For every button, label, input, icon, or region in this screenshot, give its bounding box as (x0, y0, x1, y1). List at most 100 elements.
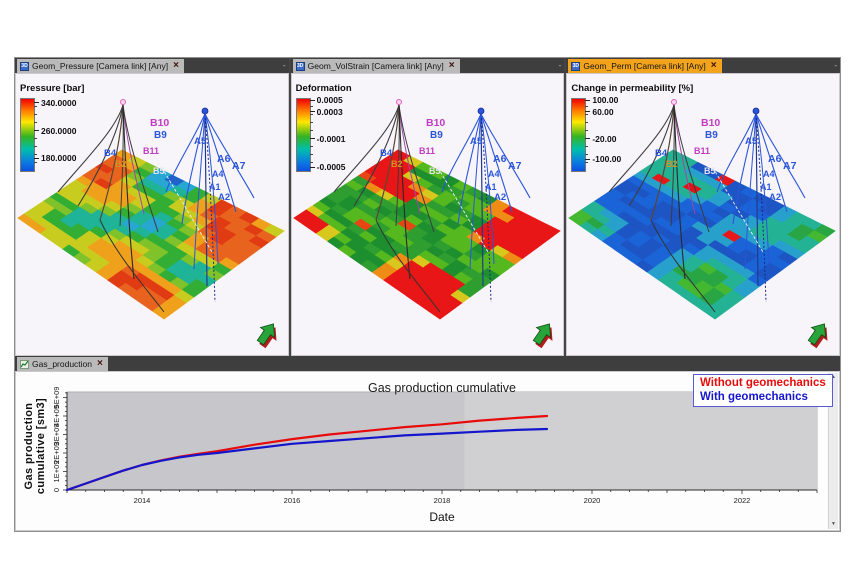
colorbar-tick-label: -0.0001 (310, 134, 346, 144)
well-label: A4 (212, 169, 224, 179)
surface-mesh (569, 150, 835, 319)
tab-label: Gas_production (32, 359, 92, 369)
panel-gas-production: Gas_production × Gas production cumulati… (15, 356, 840, 531)
tabbar-menu-icon[interactable]: - (559, 62, 562, 70)
colorbar-minor-tick (34, 138, 37, 139)
surface-mesh (18, 150, 284, 319)
well-label: A6 (493, 153, 507, 165)
app-window: 3D Geom_Pressure [Camera link] [Any] × -… (14, 57, 841, 532)
volstrain-colorbar-legend: Deformation 0.00050.0003-0.0001-0.0005 (296, 83, 352, 172)
well-label: A5 (470, 136, 483, 147)
colorbar-minor-tick (34, 122, 37, 123)
colorbar-tick-label: 180.0000 (34, 153, 76, 163)
well-label: A7 (232, 160, 246, 172)
legend-entry-with-geomechanics: With geomechanics (700, 390, 826, 404)
tab-label: Geom_Perm [Camera link] [Any] (583, 61, 705, 71)
chart-legend: Without geomechanics With geomechanics (693, 374, 833, 407)
well-label: A6 (768, 153, 782, 165)
gas-production-tabbar: Gas_production × (15, 356, 840, 371)
well-label: B9 (430, 130, 443, 141)
colorbar: 340.0000 260.0000 180.0000 (20, 98, 84, 172)
3d-window-icon: 3D (571, 62, 580, 71)
surface-mesh (294, 150, 560, 319)
svg-text:2014: 2014 (134, 496, 151, 505)
tab-geom-pressure[interactable]: 3D Geom_Pressure [Camera link] [Any] × (17, 59, 184, 73)
colorbar-tick-label: -100.00 (585, 154, 621, 164)
well-label: B9 (154, 130, 167, 141)
close-icon[interactable]: × (97, 360, 103, 368)
colorbar: 100.0060.00-20.00-100.00 (571, 98, 693, 172)
panel-perm-tabbar: 3D Geom_Perm [Camera link] [Any] × - (566, 58, 840, 73)
well-label: A1 (209, 182, 221, 192)
tabbar-menu-icon[interactable]: - (283, 62, 286, 70)
well-label: A5 (194, 136, 207, 147)
well-label: B4 (380, 148, 393, 159)
3d-window-icon: 3D (296, 62, 305, 71)
pressure-3d-viewport[interactable]: B10B9B11B4B2B5A5A6A7A4A1A2 Pressure [bar… (15, 73, 289, 356)
tab-geom-volstrain[interactable]: 3D Geom_VolStrain [Camera link] [Any] × (293, 59, 460, 73)
panel-perm: 3D Geom_Perm [Camera link] [Any] × - B10… (566, 58, 840, 356)
colorbar-tick-label: 260.0000 (34, 126, 76, 136)
tab-label: Geom_Pressure [Camera link] [Any] (32, 61, 168, 71)
colorbar-gradient (571, 98, 586, 172)
colorbar-tick-label: 100.00 (585, 95, 618, 105)
colorbar-title: Deformation (296, 83, 352, 94)
colorbar-gradient (296, 98, 311, 172)
colorbar-tick-label: -20.00 (585, 134, 616, 144)
pressure-colorbar-legend: Pressure [bar] 340.0000260.0000180.0000 (20, 83, 84, 172)
perm-colorbar-legend: Change in permeability [%] 100.0060.00-2… (571, 83, 693, 172)
tab-label: Geom_VolStrain [Camera link] [Any] (308, 61, 444, 71)
chart-icon (20, 360, 29, 369)
wellhead-marker-right (478, 108, 484, 114)
well-label: A2 (218, 192, 230, 203)
tabbar-menu-icon[interactable]: - (834, 62, 837, 70)
colorbar-minor-tick (34, 146, 37, 147)
svg-text:5E+09: 5E+09 (52, 387, 61, 409)
volstrain-3d-viewport[interactable]: B10B9B11B4B2B5A5A6A7A4A1A2 Deformation 0… (291, 73, 565, 356)
close-icon[interactable]: × (711, 62, 717, 70)
colorbar-minor-tick (310, 122, 313, 123)
well-label: A4 (488, 169, 500, 179)
colorbar-minor-tick (585, 146, 588, 147)
viewport-row: 3D Geom_Pressure [Camera link] [Any] × -… (15, 58, 840, 356)
well-label: A2 (494, 192, 506, 203)
well-label: A5 (745, 136, 758, 147)
well-label: A7 (508, 160, 522, 172)
well-label: A2 (769, 192, 781, 203)
north-arrow-icon (529, 319, 558, 351)
well-label: A1 (485, 182, 497, 192)
well-label: A6 (217, 153, 231, 165)
close-icon[interactable]: × (173, 62, 179, 70)
wellhead-marker-left (121, 100, 126, 105)
perm-3d-viewport[interactable]: B10B9B11B4B2B5A5A6A7A4A1A2 Change in per… (566, 73, 840, 356)
colorbar-minor-tick (310, 130, 313, 131)
wellhead-marker-right (753, 108, 759, 114)
tab-geom-perm[interactable]: 3D Geom_Perm [Camera link] [Any] × (568, 59, 721, 73)
north-arrow-icon (805, 319, 834, 351)
y-axis-label: Gas production cumulative [sm3] (23, 371, 47, 521)
well-label: B4 (104, 148, 117, 159)
north-arrow-icon (253, 319, 282, 351)
wellhead-marker-right (202, 108, 208, 114)
well-label: B5 (153, 166, 165, 176)
colorbar-minor-tick (585, 122, 588, 123)
colorbar-tick-label: 340.0000 (34, 98, 76, 108)
scroll-down-icon[interactable]: ▼ (829, 520, 838, 529)
page: { "ui": { "close_glyph": "×", "menu_glyp… (0, 0, 860, 580)
colorbar-minor-tick (585, 130, 588, 131)
colorbar: 0.00050.0003-0.0001-0.0005 (296, 98, 352, 172)
colorbar-tick-label: -0.0005 (310, 162, 346, 172)
well-label: A1 (760, 182, 772, 192)
well-label: B2 (391, 159, 403, 169)
well-label: B5 (704, 166, 716, 176)
colorbar-tick-label: 0.0005 (310, 95, 343, 105)
panel-volstrain-tabbar: 3D Geom_VolStrain [Camera link] [Any] × … (291, 58, 565, 73)
tab-gas-production[interactable]: Gas_production × (17, 357, 108, 371)
close-icon[interactable]: × (449, 62, 455, 70)
well-label: B10 (150, 117, 169, 129)
colorbar-title: Change in permeability [%] (571, 83, 693, 94)
colorbar-minor-tick (310, 146, 313, 147)
panel-pressure: 3D Geom_Pressure [Camera link] [Any] × -… (15, 58, 289, 356)
well-label: B5 (429, 166, 441, 176)
svg-text:2022: 2022 (734, 496, 751, 505)
